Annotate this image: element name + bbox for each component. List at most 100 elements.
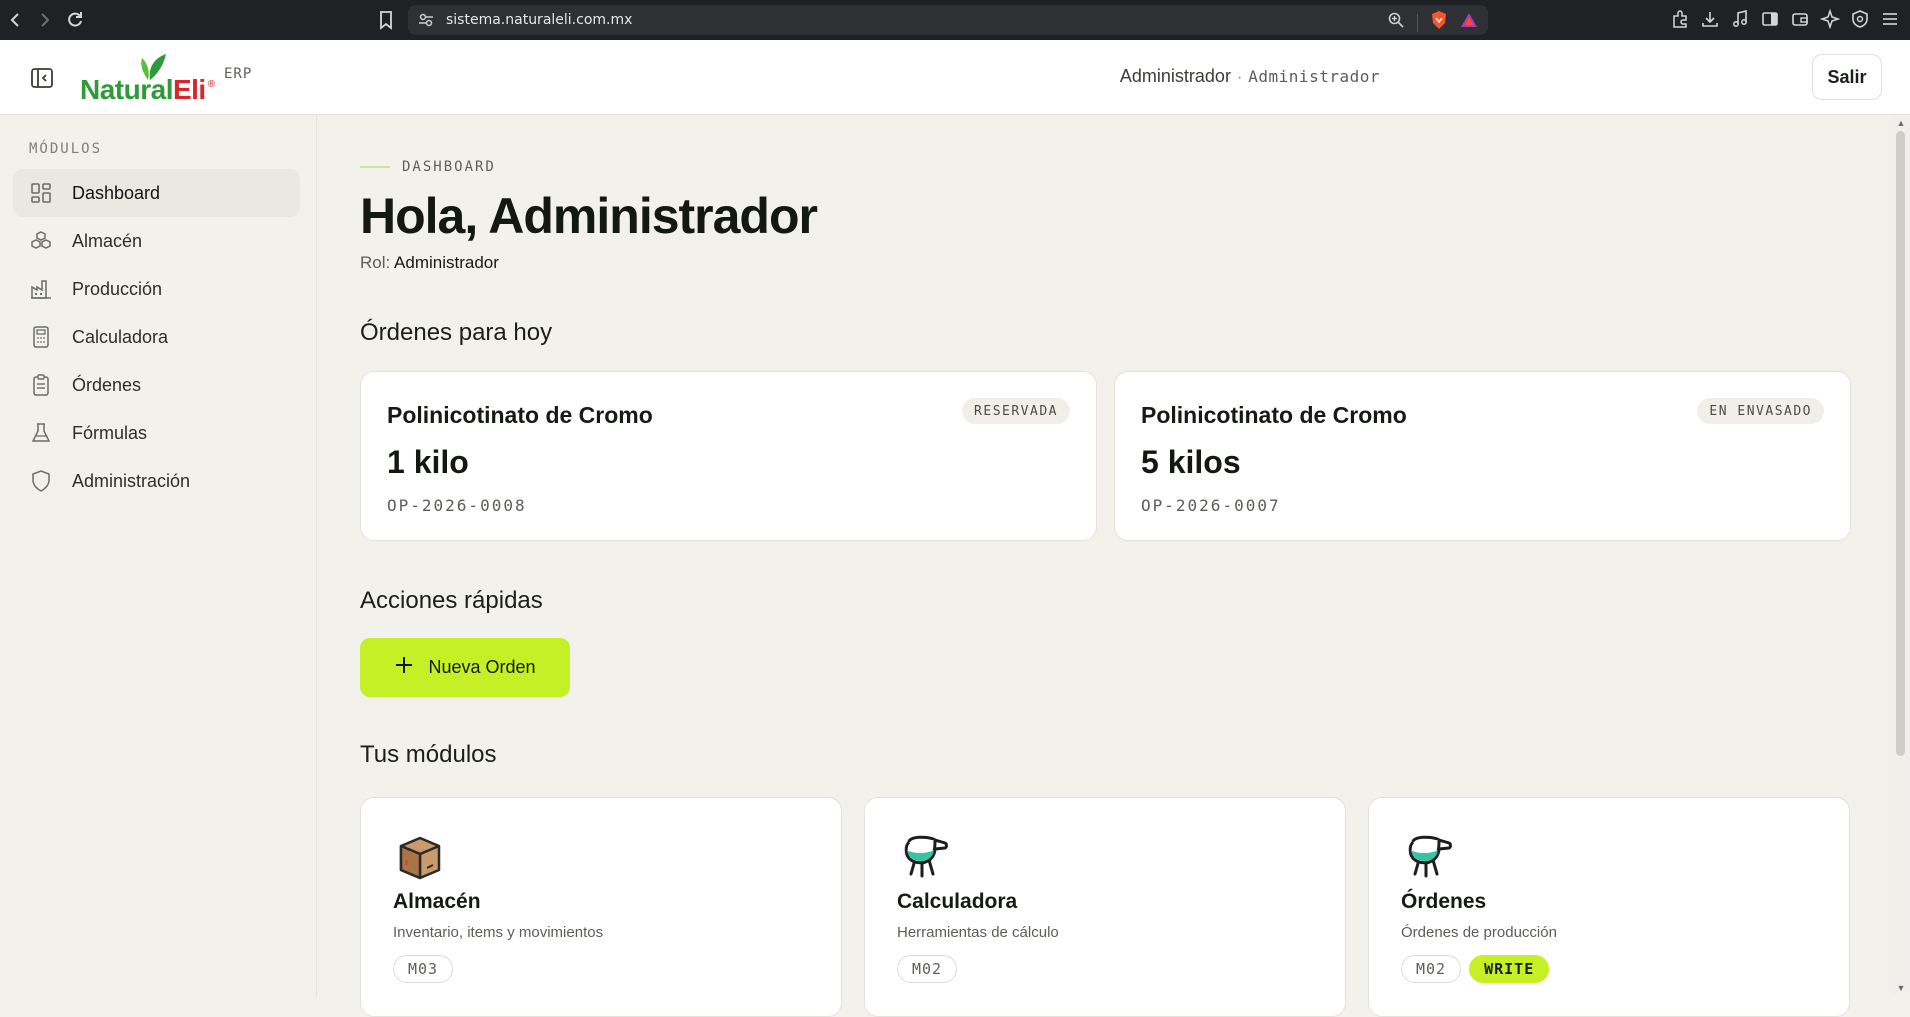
logo-registered: ® bbox=[207, 79, 216, 90]
module-tags: M03 bbox=[393, 955, 454, 983]
leaf-icon bbox=[141, 54, 166, 80]
order-card[interactable]: Polinicotinato de Cromo RESERVADA 1 kilo… bbox=[360, 371, 1097, 541]
erp-label: ERP bbox=[224, 66, 253, 82]
order-code: OP-2026-0008 bbox=[387, 496, 527, 515]
boxes-icon bbox=[29, 229, 53, 253]
sidebar-item-produccion[interactable]: Producción bbox=[13, 265, 300, 313]
calculator-icon bbox=[29, 325, 53, 349]
sidebar-item-label: Órdenes bbox=[72, 374, 142, 395]
order-quantity: 5 kilos bbox=[1141, 444, 1241, 480]
sidebar-item-label: Producción bbox=[72, 278, 163, 299]
dashboard-icon bbox=[29, 181, 53, 205]
module-name: Almacén bbox=[393, 890, 481, 913]
brave-shield-icon[interactable] bbox=[1430, 10, 1448, 35]
sidebar-item-dashboard[interactable]: Dashboard bbox=[13, 169, 300, 217]
status-badge: EN ENVASADO bbox=[1697, 398, 1824, 424]
module-description: Herramientas de cálculo bbox=[897, 924, 1059, 941]
sidebar-item-calculadora[interactable]: Calculadora bbox=[13, 313, 300, 361]
sidebar-item-formulas[interactable]: Fórmulas bbox=[13, 409, 300, 457]
divider bbox=[1417, 13, 1418, 32]
download-icon[interactable] bbox=[1700, 9, 1720, 29]
user-name: Administrador bbox=[1119, 66, 1231, 86]
new-order-label: Nueva Orden bbox=[428, 657, 536, 677]
order-product-name: Polinicotinato de Cromo bbox=[1141, 402, 1407, 428]
user-info: Administrador · Administrador bbox=[1120, 66, 1380, 87]
sidebar-item-administracion[interactable]: Administración bbox=[13, 457, 300, 505]
flask-drop-icon bbox=[899, 832, 949, 882]
wallet-icon[interactable] bbox=[1790, 9, 1810, 29]
flask-icon bbox=[29, 421, 53, 445]
package-icon bbox=[395, 832, 445, 882]
order-quantity: 1 kilo bbox=[387, 444, 469, 480]
order-card[interactable]: Polinicotinato de Cromo EN ENVASADO 5 ki… bbox=[1114, 371, 1851, 541]
module-card-ordenes[interactable]: Órdenes Órdenes de producción M02 WRITE bbox=[1368, 797, 1850, 1017]
scroll-up-icon[interactable]: ▲ bbox=[1896, 118, 1906, 128]
modules-section-title: Tus módulos bbox=[360, 741, 497, 768]
module-code-tag: M03 bbox=[393, 955, 454, 983]
leo-ai-icon[interactable] bbox=[1819, 8, 1841, 30]
sidebar: MÓDULOS Dashboard Almacén Producción Cal… bbox=[0, 115, 317, 997]
browser-toolbar: sistema.naturaleli.com.mx bbox=[0, 0, 1910, 40]
site-settings-icon[interactable] bbox=[416, 10, 436, 30]
module-card-almacen[interactable]: Almacén Inventario, items y movimientos … bbox=[360, 797, 842, 1017]
eyebrow-line bbox=[360, 166, 390, 168]
module-name: Órdenes bbox=[1401, 890, 1487, 913]
bookmark-icon[interactable] bbox=[375, 9, 397, 31]
sidebar-item-ordenes[interactable]: Órdenes bbox=[13, 361, 300, 409]
media-icon[interactable] bbox=[1730, 9, 1750, 29]
sidebar-item-label: Calculadora bbox=[72, 326, 169, 347]
address-bar[interactable]: sistema.naturaleli.com.mx bbox=[408, 5, 1488, 35]
order-code: OP-2026-0007 bbox=[1141, 496, 1281, 515]
extensions-icon[interactable] bbox=[1670, 9, 1690, 29]
orders-section-title: Órdenes para hoy bbox=[360, 319, 553, 346]
module-description: Inventario, items y movimientos bbox=[393, 924, 604, 941]
eyebrow-text: DASHBOARD bbox=[402, 159, 496, 175]
sidebar-item-label: Administración bbox=[72, 470, 191, 491]
sidebar-item-label: Dashboard bbox=[72, 182, 161, 203]
role-label: Rol: bbox=[360, 253, 391, 272]
module-tags: M02 WRITE bbox=[1401, 955, 1550, 983]
menu-icon[interactable] bbox=[1880, 9, 1900, 29]
sidebar-item-almacen[interactable]: Almacén bbox=[13, 217, 300, 265]
scroll-down-icon[interactable]: ▼ bbox=[1896, 983, 1906, 993]
module-description: Órdenes de producción bbox=[1401, 924, 1557, 941]
naturaleli-logo[interactable]: NaturalEli ® bbox=[80, 54, 215, 104]
plus-icon bbox=[394, 652, 414, 680]
logo-text-eli: Eli bbox=[172, 74, 206, 105]
permission-badge: WRITE bbox=[1469, 955, 1550, 983]
sidebar-item-label: Fórmulas bbox=[72, 422, 148, 443]
status-badge: RESERVADA bbox=[962, 398, 1070, 424]
scroll-thumb[interactable] bbox=[1896, 131, 1905, 756]
module-code-tag: M02 bbox=[1401, 955, 1462, 983]
sidebar-collapse-icon[interactable] bbox=[30, 66, 54, 90]
brave-rewards-icon[interactable] bbox=[1460, 11, 1478, 34]
vpn-icon[interactable] bbox=[1850, 9, 1870, 29]
reload-icon[interactable] bbox=[60, 0, 90, 40]
sidebar-toggle-icon[interactable] bbox=[1760, 9, 1780, 29]
role-line: Rol: Administrador bbox=[360, 253, 499, 273]
app-header: NaturalEli ® ERP Administrador · Adminis… bbox=[0, 40, 1910, 115]
sidebar-item-label: Almacén bbox=[72, 230, 143, 251]
module-name: Calculadora bbox=[897, 890, 1018, 913]
new-order-button[interactable]: Nueva Orden bbox=[360, 638, 570, 697]
module-tags: M02 bbox=[897, 955, 958, 983]
page-eyebrow: DASHBOARD bbox=[360, 159, 496, 175]
url-text[interactable]: sistema.naturaleli.com.mx bbox=[446, 12, 632, 28]
user-separator: · bbox=[1236, 69, 1243, 86]
module-code-tag: M02 bbox=[897, 955, 958, 983]
zoom-icon[interactable] bbox=[1387, 11, 1405, 34]
factory-icon bbox=[29, 277, 53, 301]
flask-drop-icon bbox=[1403, 832, 1453, 882]
quick-actions-title: Acciones rápidas bbox=[360, 587, 543, 614]
back-icon[interactable] bbox=[0, 0, 30, 40]
page-scrollbar[interactable]: ▲ ▼ bbox=[1892, 115, 1910, 997]
sidebar-title: MÓDULOS bbox=[29, 141, 103, 157]
forward-icon[interactable] bbox=[30, 0, 60, 40]
logout-button[interactable]: Salir bbox=[1812, 54, 1882, 100]
user-role: Administrador bbox=[1248, 67, 1380, 86]
order-product-name: Polinicotinato de Cromo bbox=[387, 402, 653, 428]
page-title: Hola, Administrador bbox=[360, 188, 818, 244]
main-content: DASHBOARD Hola, Administrador Rol: Admin… bbox=[317, 115, 1892, 1017]
module-card-calculadora[interactable]: Calculadora Herramientas de cálculo M02 bbox=[864, 797, 1346, 1017]
clipboard-icon bbox=[29, 373, 53, 397]
